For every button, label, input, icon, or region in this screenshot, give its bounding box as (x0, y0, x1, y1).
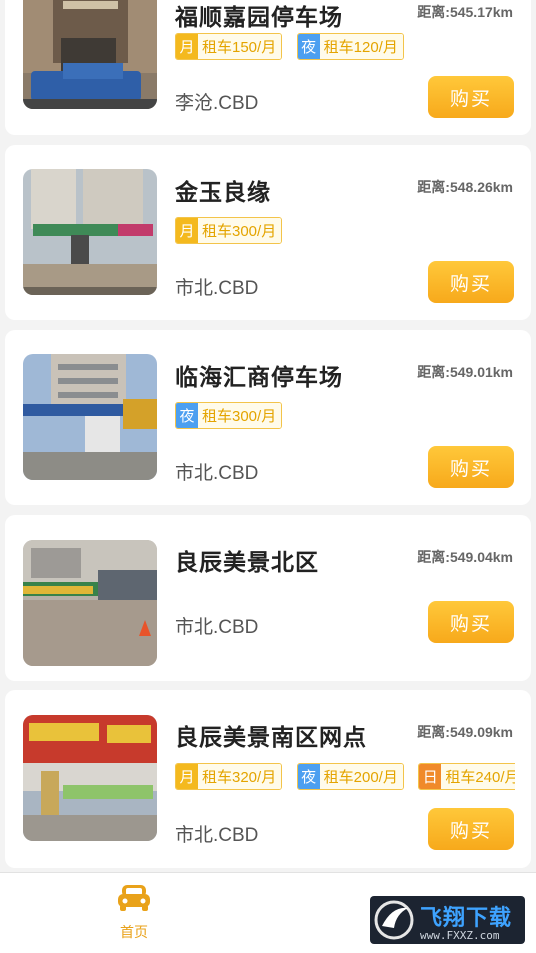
watermark-site: www.FXXZ.com (420, 929, 500, 942)
rate-tag: 夜租车200/月 (296, 763, 404, 790)
rate-tag: 月租车300/月 (175, 217, 283, 244)
rate-price: 租车320/月 (198, 764, 282, 789)
rate-tags: 月租车150/月 夜租车120/月 (175, 33, 515, 60)
rate-tag: 日租车240/月 (418, 763, 515, 790)
rate-tags: 月租车320/月 夜租车200/月 日租车240/月 (175, 763, 515, 790)
distance-label: 距离:549.04km (417, 549, 513, 565)
rate-type: 日 (419, 764, 442, 789)
parking-photo (23, 540, 157, 666)
parking-name: 良辰美景北区 (175, 549, 319, 575)
buy-button[interactable]: 购买 (428, 601, 514, 643)
parking-photo (23, 354, 157, 480)
area-label: 李沧.CBD (175, 93, 259, 114)
parking-card[interactable]: 金玉良缘 距离:548.26km 月租车300/月 市北.CBD 购买 (5, 145, 531, 320)
parking-name: 临海汇商停车场 (175, 364, 343, 390)
rate-tag: 月租车150/月 (175, 33, 283, 60)
parking-photo (23, 169, 157, 295)
rate-type: 月 (176, 764, 198, 789)
rate-price: 租车200/月 (319, 764, 403, 789)
distance-label: 距离:549.09km (417, 724, 513, 740)
parking-card[interactable]: 福顺嘉园停车场 距离:545.17km 月租车150/月 夜租车120/月 李沧… (5, 0, 531, 135)
parking-name: 福顺嘉园停车场 (175, 4, 343, 30)
distance-label: 距离:545.17km (417, 4, 513, 20)
buy-button[interactable]: 购买 (428, 261, 514, 303)
watermark-logo: 飞翔下载 www.FXXZ.com (370, 896, 525, 944)
car-icon (118, 885, 150, 911)
rate-type: 月 (176, 218, 198, 243)
bird-logo-icon (374, 900, 414, 940)
buy-button[interactable]: 购买 (428, 446, 514, 488)
buy-button[interactable]: 购买 (428, 76, 514, 118)
rate-tags: 夜租车300/月 (175, 402, 515, 429)
tab-home[interactable]: 首页 (100, 883, 168, 945)
rate-tag: 夜租车120/月 (296, 33, 404, 60)
parking-photo (23, 0, 157, 109)
rate-price: 租车240/月 (441, 764, 515, 789)
rate-tags: 月租车300/月 (175, 217, 515, 244)
parking-list: 福顺嘉园停车场 距离:545.17km 月租车150/月 夜租车120/月 李沧… (0, 0, 536, 872)
rate-type: 月 (176, 34, 198, 59)
parking-card[interactable]: 临海汇商停车场 距离:549.01km 夜租车300/月 市北.CBD 购买 (5, 330, 531, 505)
rate-price: 租车120/月 (319, 34, 403, 59)
parking-card[interactable]: 良辰美景北区 距离:549.04km 市北.CBD 购买 (5, 515, 531, 681)
area-label: 市北.CBD (175, 825, 259, 846)
rate-price: 租车150/月 (198, 34, 282, 59)
tab-home-label: 首页 (120, 924, 148, 940)
parking-photo (23, 715, 157, 841)
parking-card[interactable]: 良辰美景南区网点 距离:549.09km 月租车320/月 夜租车200/月 日… (5, 690, 531, 868)
watermark-name: 飞翔下载 (420, 905, 513, 930)
distance-label: 距离:548.26km (417, 179, 513, 195)
area-label: 市北.CBD (175, 463, 259, 484)
rate-type: 夜 (176, 403, 198, 428)
parking-name: 金玉良缘 (175, 179, 271, 205)
parking-name: 良辰美景南区网点 (175, 724, 367, 750)
area-label: 市北.CBD (175, 278, 259, 299)
rate-tag: 夜租车300/月 (175, 402, 283, 429)
rate-tag: 月租车320/月 (175, 763, 283, 790)
area-label: 市北.CBD (175, 617, 259, 638)
rate-type: 夜 (297, 764, 320, 789)
rate-type: 夜 (297, 34, 320, 59)
distance-label: 距离:549.01km (417, 364, 513, 380)
buy-button[interactable]: 购买 (428, 808, 514, 850)
rate-price: 租车300/月 (198, 403, 282, 428)
rate-price: 租车300/月 (198, 218, 282, 243)
